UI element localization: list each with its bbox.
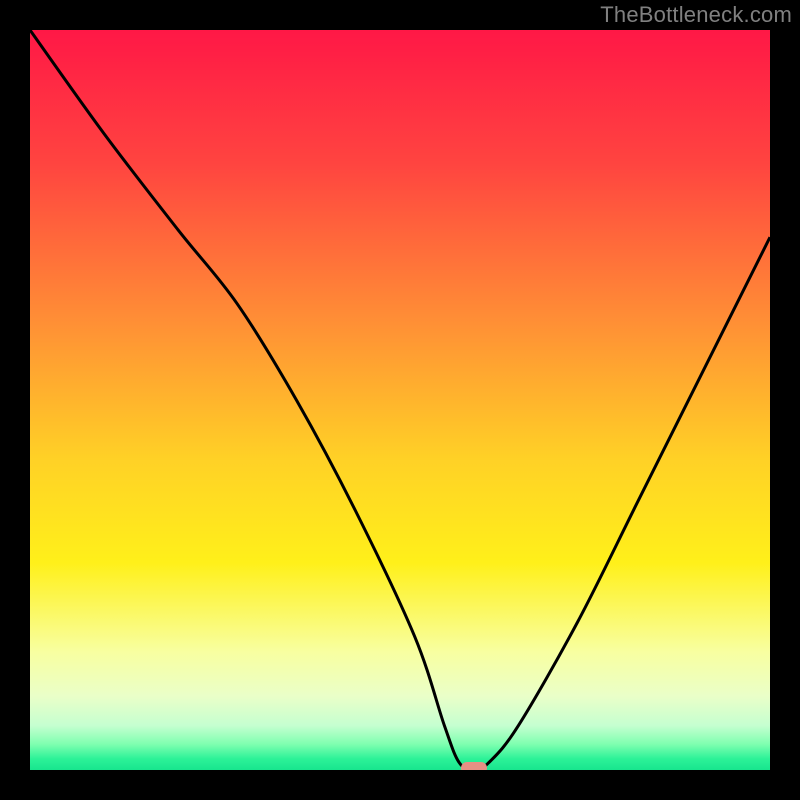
optimal-marker bbox=[461, 762, 487, 770]
bottleneck-curve bbox=[30, 30, 770, 770]
chart-frame: TheBottleneck.com bbox=[0, 0, 800, 800]
plot-area bbox=[30, 30, 770, 770]
watermark-text: TheBottleneck.com bbox=[600, 2, 792, 28]
curve-path bbox=[30, 30, 770, 770]
